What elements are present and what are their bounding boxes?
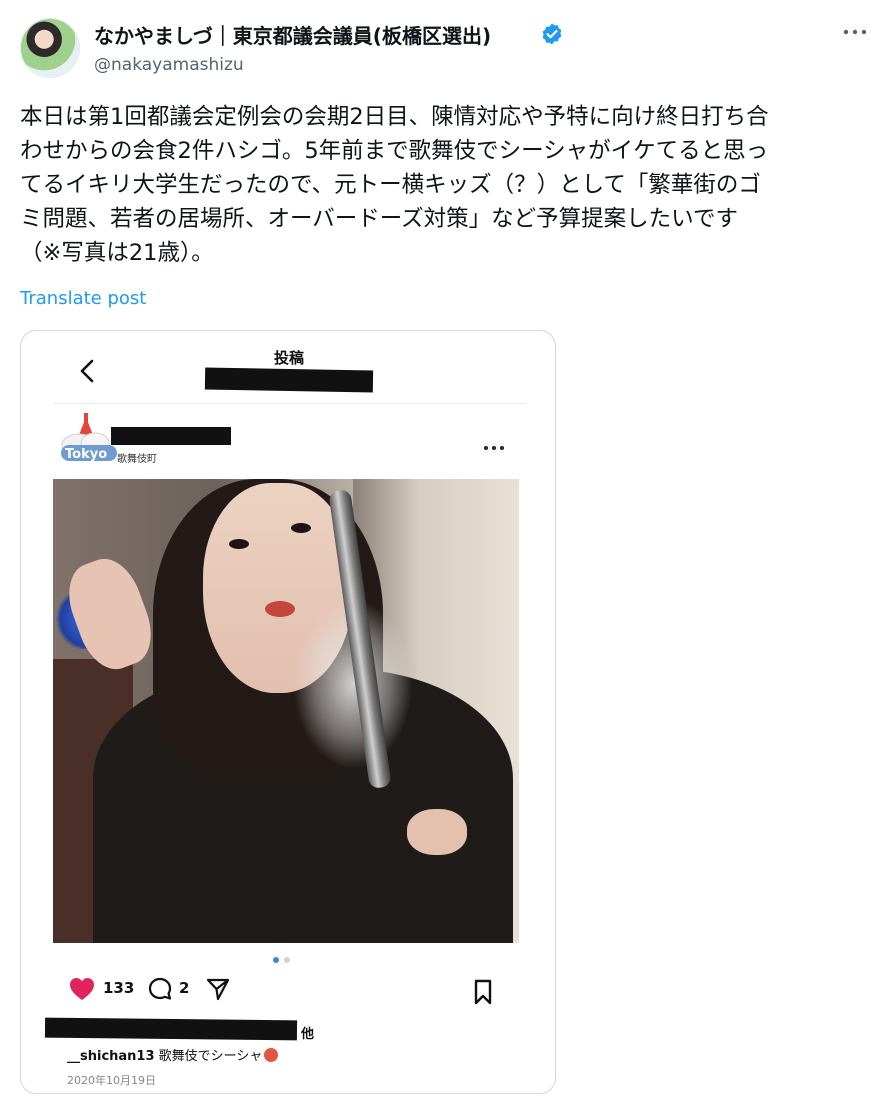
bookmark-icon <box>474 979 492 1005</box>
tweet-text-line: 本日は第1回都議会定例会の会期2日目、陳情対応や予特に向け終日打ち合 <box>20 104 769 130</box>
redaction-bar <box>204 367 374 393</box>
share-icon <box>206 978 230 1001</box>
emoji-icon <box>264 1048 279 1062</box>
comment-count: 2 <box>179 979 190 997</box>
post-photo <box>53 479 519 943</box>
caption-username: __shichan13 <box>67 1049 155 1064</box>
display-name[interactable]: なかやましづ｜東京都議会議員(板橋区選出) <box>94 20 491 49</box>
likes-suffix: 他 <box>301 1027 315 1042</box>
tweet-text-line: （※写真は21歳）。 <box>20 240 214 266</box>
translate-post-link[interactable]: Translate post <box>20 288 146 309</box>
redaction-bar <box>44 1017 298 1041</box>
more-horizontal-icon <box>484 446 504 450</box>
post-location: 歌舞伎町 <box>117 454 157 465</box>
tweet-text-line: わせからの会食2件ハシゴ。5年前まで歌舞伎でシーシャがイケてると思っ <box>20 138 769 164</box>
heart-icon <box>70 978 94 1000</box>
comment-icon <box>148 977 172 1000</box>
divider <box>53 403 525 404</box>
like-count: 133 <box>103 979 135 997</box>
user-handle[interactable]: @nakayamashizu <box>94 55 244 75</box>
tweet-text-line: てるイキリ大学生だったので、元トー横キッズ（？）として「繁華街のゴ <box>20 172 761 198</box>
avatar[interactable] <box>20 18 80 78</box>
tweet-text-line: ミ問題、若者の居場所、オーバードーズ対策」など予算提案したいです <box>20 206 738 232</box>
post-header-title: 投稿 <box>273 349 304 367</box>
caption-text: 歌舞伎でシーシャ <box>158 1049 263 1064</box>
tweet-text: 本日は第1回都議会定例会の会期2日目、陳情対応や予特に向け終日打ち合 わせからの… <box>20 100 870 270</box>
post-caption: __shichan13 歌舞伎でシーシャ <box>67 1045 279 1064</box>
more-horizontal-icon[interactable] <box>842 24 868 40</box>
redaction-bar <box>111 427 231 445</box>
post-date: 2020年10月19日 <box>67 1074 156 1087</box>
carousel-dot-active <box>273 957 279 963</box>
logo-text: Tokyo <box>65 447 107 462</box>
tweet-media-image[interactable]: 投稿 Tokyo 歌舞伎町 133 2 他 __shichan13 歌舞伎でシー… <box>20 330 556 1094</box>
tokyo-logo: Tokyo <box>61 413 117 462</box>
verified-badge-icon <box>542 23 562 45</box>
carousel-dot <box>284 957 290 963</box>
